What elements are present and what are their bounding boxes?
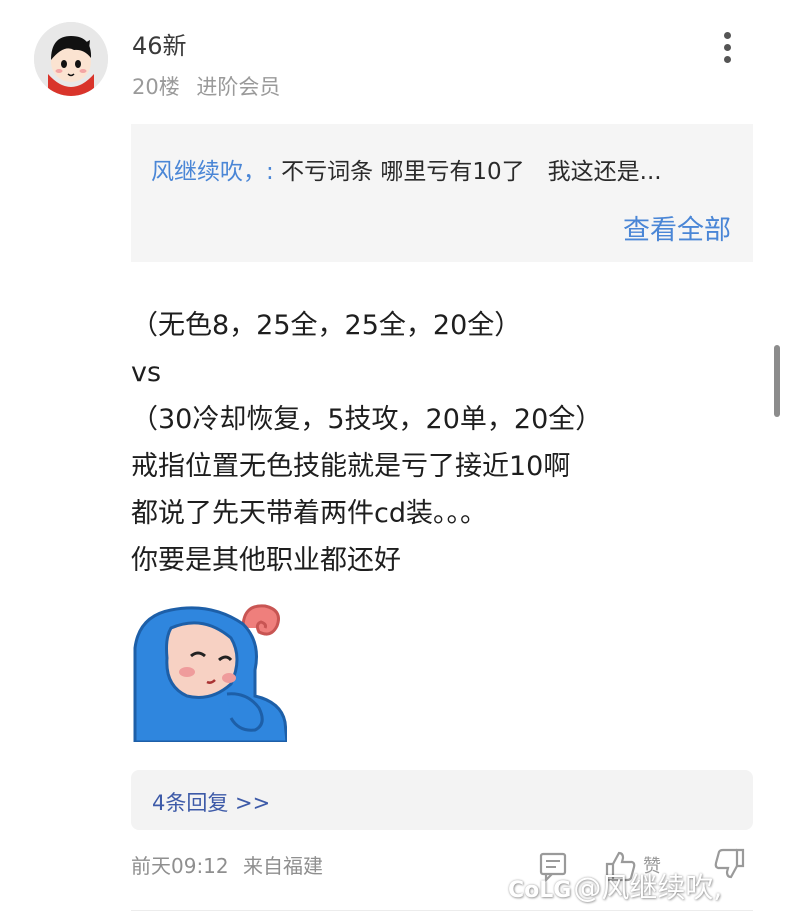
lying-character-sticker-icon — [133, 604, 289, 744]
replies-panel[interactable]: 4条回复 >> — [131, 770, 753, 830]
content-line: （无色8，25全，25全，20全） — [131, 310, 522, 341]
floor-number: 20楼 — [132, 75, 180, 99]
quote-line: 风继续吹，: 不亏词条 哪里亏有10了 我这还是... — [151, 152, 662, 186]
post-location: 来自福建 — [243, 854, 323, 878]
content-line: 都说了先天带着两件cd装。。。 — [131, 498, 487, 529]
watermark-text: @风继续吹, — [573, 871, 723, 904]
watermark: CoLG@风继续吹, — [508, 866, 722, 906]
post-footer-meta: 前天09:12 来自福建 — [131, 850, 323, 879]
post-meta: 20楼 进阶会员 — [132, 71, 280, 101]
quote-author[interactable]: 风继续吹，: — [151, 159, 274, 185]
sticker-image[interactable] — [131, 598, 289, 744]
post-time: 前天09:12 — [131, 854, 229, 878]
post-divider — [131, 910, 753, 911]
post-content: （无色8，25全，25全，20全） vs （30冷却恢复，5技攻，20单，20全… — [131, 302, 602, 584]
quoted-reply[interactable]: 风继续吹，: 不亏词条 哪里亏有10了 我这还是... 查看全部 — [131, 124, 753, 262]
view-all-link[interactable]: 查看全部 — [623, 208, 731, 247]
watermark-logo: CoLG — [508, 878, 572, 903]
content-line: 你要是其他职业都还好 — [131, 545, 401, 576]
member-level: 进阶会员 — [196, 75, 281, 99]
avatar[interactable] — [34, 22, 108, 96]
more-options-button[interactable] — [714, 28, 740, 68]
scrollbar-thumb[interactable] — [774, 345, 780, 417]
content-line: （30冷却恢复，5技攻，20单，20全） — [131, 404, 603, 435]
username[interactable]: 46新 — [132, 26, 187, 61]
view-replies-link[interactable]: 4条回复 >> — [152, 787, 270, 817]
content-line: 戒指位置无色技能就是亏了接近10啊 — [131, 451, 571, 482]
quote-text: 不亏词条 哪里亏有10了 我这还是... — [281, 159, 662, 185]
content-line: vs — [131, 357, 162, 388]
avatar-illustration — [34, 22, 108, 96]
